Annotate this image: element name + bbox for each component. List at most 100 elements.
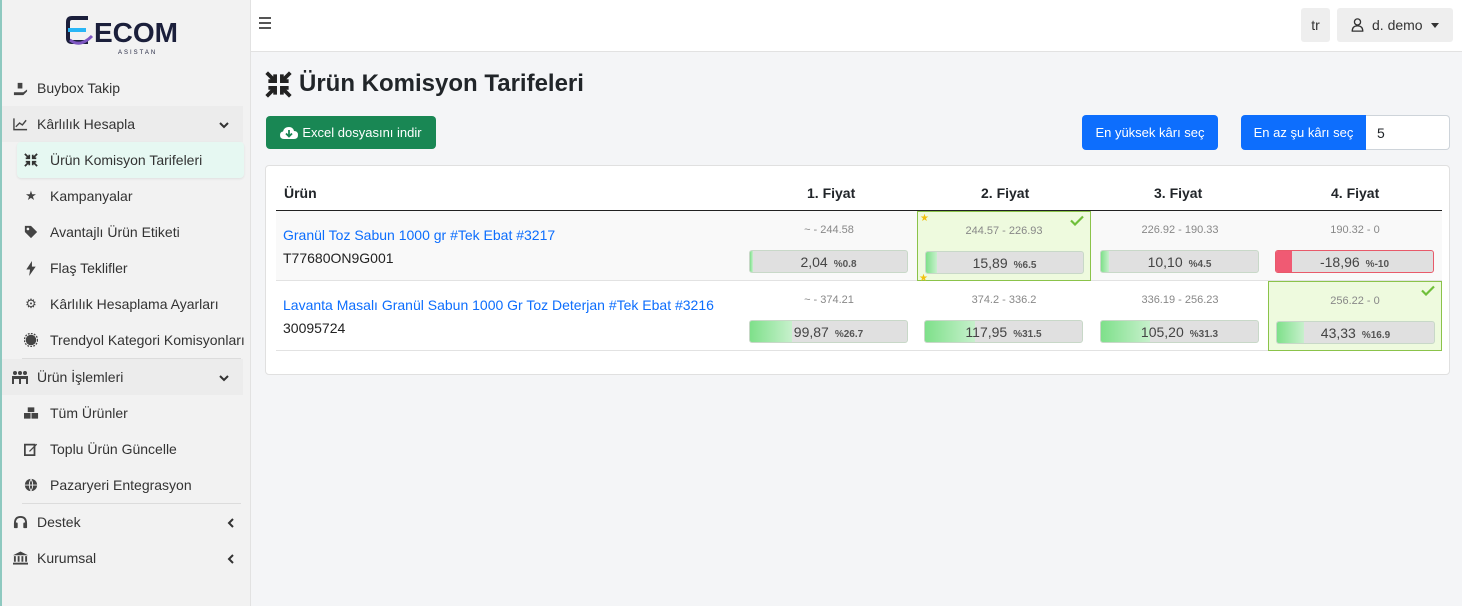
menu-toggle-icon[interactable] <box>259 17 271 32</box>
profit-percent: %26.7 <box>834 329 864 340</box>
sidebar-item-pazaryeri-entegrasyon[interactable]: Pazaryeri Entegrasyon <box>22 467 250 503</box>
user-menu-button[interactable]: d. demo <box>1337 8 1453 42</box>
profit-percent: %6.5 <box>1013 260 1037 271</box>
profit-percent: %31.3 <box>1189 329 1219 340</box>
language-button[interactable]: tr <box>1301 8 1330 42</box>
profit-value: 15,89 <box>972 255 1008 271</box>
sidebar-item-label: Tüm Ürünler <box>50 405 128 421</box>
price-cell[interactable]: 190.32 - 0 -18,96 %-10 <box>1268 211 1442 281</box>
sidebar-item-label: Destek <box>37 514 81 530</box>
min-profit-button[interactable]: En az şu kârı seç <box>1241 115 1366 150</box>
people-icon <box>11 368 29 386</box>
product-link[interactable]: Lavanta Masalı Granül Sabun 1000 Gr Toz … <box>283 297 714 313</box>
sidebar-item-label: Flaş Teklifler <box>50 260 128 276</box>
price-range: 226.92 - 190.33 <box>1141 224 1219 236</box>
profit-value: 2,04 <box>800 254 828 270</box>
sidebar-item-label: Kârlılık Hesaplama Ayarları <box>50 296 219 312</box>
table-header: Ürün 1. Fiyat 2. Fiyat 3. Fiyat 4. Fiyat <box>276 178 1442 211</box>
price-cell[interactable]: ~ - 374.21 99,87 %26.7 <box>742 281 916 351</box>
gear-icon: ⚙ <box>25 296 37 311</box>
sidebar-item-toplu-urun-guncelle[interactable]: Toplu Ürün Güncelle <box>22 431 250 467</box>
caret-down-icon <box>1430 22 1439 28</box>
price-range: 190.32 - 0 <box>1330 224 1380 236</box>
profit-bar: 117,95 %31.5 <box>924 320 1083 343</box>
tag-icon <box>22 223 40 241</box>
product-link[interactable]: Granül Toz Sabun 1000 gr #Tek Ebat #3217 <box>283 227 555 243</box>
compress-icon <box>22 151 40 169</box>
header-fiyat-3: 3. Fiyat <box>1154 185 1203 201</box>
sidebar-item-destek[interactable]: Destek <box>2 504 250 540</box>
price-range: ~ - 244.58 <box>804 224 854 236</box>
profit-bar: 43,33 %16.9 <box>1276 321 1435 344</box>
star-icon: ★ <box>25 188 37 203</box>
excel-download-button[interactable]: Excel dosyasını indir <box>266 116 436 149</box>
sidebar-item-karlilik-hesapla[interactable]: Kârlılık Hesapla <box>2 106 243 142</box>
karlilik-submenu: Ürün Komisyon Tarifeleri ★ Kampanyalar A… <box>2 142 250 358</box>
sidebar-item-kurumsal[interactable]: Kurumsal <box>2 540 250 576</box>
sidebar-item-label: Ürün Komisyon Tarifeleri <box>50 152 203 168</box>
profit-value: -18,96 <box>1319 254 1360 270</box>
sidebar-item-urun-islemleri[interactable]: Ürün İşlemleri <box>2 359 243 395</box>
profit-percent: %-10 <box>1365 259 1390 270</box>
header-urun: Ürün <box>284 185 317 201</box>
sidebar: ECOM ASISTAN Buybox Takip Kârlılık Hesap… <box>0 0 251 606</box>
sidebar-item-buybox[interactable]: Buybox Takip <box>2 70 250 106</box>
product-code: 30095724 <box>283 320 346 336</box>
svg-text:ECOM: ECOM <box>94 17 178 48</box>
excel-download-label: Excel dosyasını indir <box>302 125 422 140</box>
logo[interactable]: ECOM ASISTAN <box>2 0 250 62</box>
boxes-icon <box>22 404 40 422</box>
profit-percent: %0.8 <box>833 259 857 270</box>
price-cell[interactable]: ~ - 244.58 2,04 %0.8 <box>742 211 916 281</box>
sidebar-item-label: Buybox Takip <box>37 80 121 96</box>
svg-text:ASISTAN: ASISTAN <box>118 50 157 56</box>
price-cell[interactable]: 336.19 - 256.23 105,20 %31.3 <box>1093 281 1267 351</box>
headset-icon <box>11 513 29 531</box>
edit-icon <box>22 440 40 458</box>
page-title-text: Ürün Komisyon Tarifeleri <box>299 70 584 97</box>
price-range: 336.19 - 256.23 <box>1141 294 1219 306</box>
user-name: d. demo <box>1372 17 1423 33</box>
sidebar-item-label: Avantajlı Ürün Etiketi <box>50 224 180 240</box>
profit-bar: -18,96 %-10 <box>1275 250 1434 273</box>
sidebar-item-avantajli-urun-etiketi[interactable]: Avantajlı Ürün Etiketi <box>22 214 250 250</box>
sidebar-item-label: Kampanyalar <box>50 188 133 204</box>
sidebar-item-label: Toplu Ürün Güncelle <box>50 441 177 457</box>
min-profit-input[interactable]: 5 <box>1366 115 1450 150</box>
price-cell-selected[interactable]: ★ 244.57 - 226.93 15,89 %6.5 <box>917 211 1091 281</box>
bolt-icon <box>22 259 40 277</box>
profit-value: 43,33 <box>1320 325 1356 341</box>
ecom-logo-icon: ECOM ASISTAN <box>66 16 178 56</box>
profit-percent: %4.5 <box>1188 259 1212 270</box>
urun-islemleri-submenu: Tüm Ürünler Toplu Ürün Güncelle Pazaryer… <box>2 395 250 503</box>
price-cell-selected[interactable]: 256.22 - 0 43,33 %16.9 <box>1268 281 1442 351</box>
sidebar-item-tum-urunler[interactable]: Tüm Ürünler <box>22 395 250 431</box>
price-cell[interactable]: 226.92 - 190.33 10,10 %4.5 <box>1093 211 1267 281</box>
price-range: 256.22 - 0 <box>1330 295 1380 307</box>
profit-bar: 2,04 %0.8 <box>749 250 908 273</box>
sidebar-item-label: Pazaryeri Entegrasyon <box>50 477 192 493</box>
cloud-download-icon <box>280 126 299 139</box>
price-cell[interactable]: ★ 374.2 - 336.2 117,95 %31.5 <box>917 273 1091 351</box>
max-profit-button[interactable]: En yüksek kârı seç <box>1082 115 1218 150</box>
compress-icon <box>265 70 292 98</box>
sidebar-item-karlilik-hesaplama-ayarlari[interactable]: ⚙ Kârlılık Hesaplama Ayarları <box>22 286 250 322</box>
header-fiyat-4: 4. Fiyat <box>1331 185 1380 201</box>
profit-bar: 10,10 %4.5 <box>1100 250 1259 273</box>
sidebar-item-label: Ürün İşlemleri <box>37 369 124 385</box>
chart-line-icon <box>11 115 29 133</box>
sidebar-item-flas-teklifler[interactable]: Flaş Teklifler <box>22 250 250 286</box>
sidebar-item-trendyol-kategori-komisyonlari[interactable]: Trendyol Kategori Komisyonları <box>22 322 250 358</box>
chevron-down-icon <box>219 370 229 386</box>
sidebar-item-urun-komisyon-tarifeleri[interactable]: Ürün Komisyon Tarifeleri <box>17 142 244 178</box>
globe-icon <box>22 476 40 494</box>
bank-icon <box>11 549 29 567</box>
commission-table-card: Ürün 1. Fiyat 2. Fiyat 3. Fiyat 4. Fiyat… <box>265 165 1450 375</box>
star-icon: ★ <box>919 273 928 284</box>
profit-value: 10,10 <box>1147 254 1183 270</box>
sidebar-item-kampanyalar[interactable]: ★ Kampanyalar <box>22 178 250 214</box>
sidebar-item-label: Kurumsal <box>37 550 97 566</box>
sidebar-menu: Buybox Takip Kârlılık Hesapla Ürün Komis… <box>2 70 250 576</box>
chevron-left-icon <box>226 551 236 567</box>
sidebar-item-label: Trendyol Kategori Komisyonları <box>50 332 245 348</box>
